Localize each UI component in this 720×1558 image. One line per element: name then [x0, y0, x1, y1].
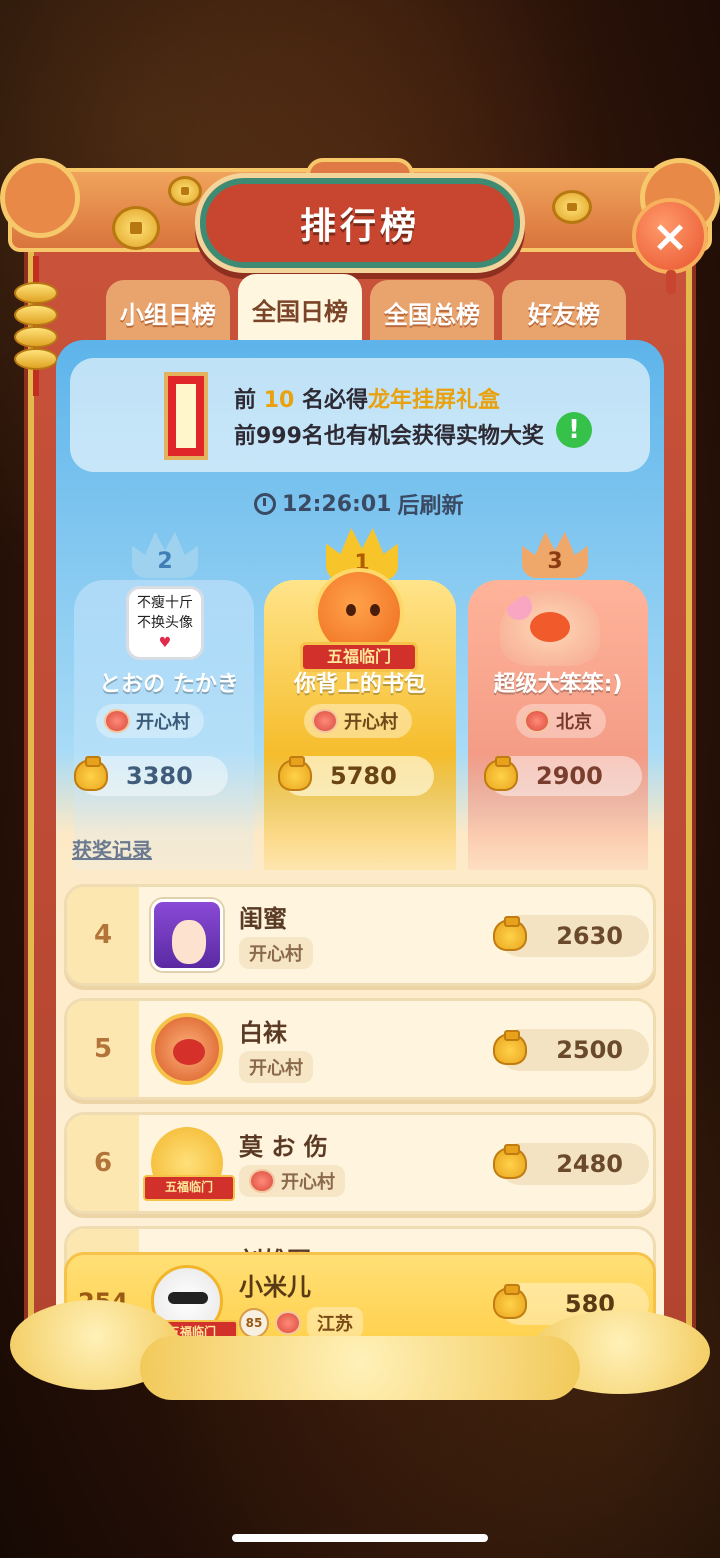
info-icon[interactable]: ! [556, 412, 592, 448]
village-tag-1: 开心村 [304, 704, 412, 738]
village-icon [249, 1169, 275, 1193]
village-icon [275, 1311, 301, 1335]
money-bag-icon [493, 916, 527, 951]
my-name: 小米儿 [239, 1273, 311, 1301]
table-row[interactable]: 5 白袜 开心村 2500 [64, 998, 656, 1100]
rank-number: 6 [67, 1115, 139, 1211]
avatar[interactable] [143, 1127, 235, 1201]
village-icon [104, 709, 130, 733]
score: 2480 [493, 1143, 649, 1185]
level-badge: 85 [239, 1308, 269, 1338]
title-plaque: 排行榜 [200, 178, 520, 268]
clock-icon [254, 493, 276, 515]
podium-name-3: 超级大笨笨:) [493, 672, 623, 697]
podium-name-2: とおの たかき [99, 672, 239, 697]
player-name: 莫 お 伤 [239, 1133, 328, 1161]
money-bag-icon [484, 756, 518, 791]
crown-icon-rank-3: 3 [522, 532, 588, 578]
tab-friends[interactable]: 好友榜 [502, 280, 626, 344]
money-bag-icon [493, 1284, 527, 1319]
gift-box-icon [164, 372, 208, 460]
page-title: 排行榜 [299, 206, 420, 247]
rank-number: 5 [67, 1001, 139, 1097]
home-indicator[interactable] [232, 1534, 488, 1542]
cloud-decoration [140, 1336, 580, 1400]
village-tag-3: 北京 [516, 704, 606, 738]
refresh-timer: 12:26:01 后刷新 [254, 488, 463, 520]
score: 2500 [493, 1029, 649, 1071]
rank-number: 4 [67, 887, 139, 983]
player-name: 闺蜜 [239, 905, 287, 933]
score-rank-3: 2900 [484, 756, 642, 796]
banner-line-2: 前999名也有机会获得实物大奖 [234, 424, 544, 449]
avatar-rank-1[interactable]: 五福临门 [294, 568, 424, 678]
score: 2630 [493, 915, 649, 957]
my-village-tag: 江苏 [307, 1307, 363, 1339]
avatar[interactable] [151, 1013, 223, 1085]
money-bag-icon [278, 756, 312, 791]
coin-icon [168, 176, 202, 206]
avatar[interactable] [151, 899, 223, 971]
lantern-tassel [666, 270, 676, 294]
money-bag-icon [74, 756, 108, 791]
score-rank-1: 5780 [278, 756, 434, 796]
tab-national-daily[interactable]: 全国日榜 [238, 274, 362, 344]
close-button[interactable]: × [632, 198, 708, 274]
crown-icon-rank-2: 2 [132, 532, 198, 578]
table-row[interactable]: 4 闺蜜 开心村 2630 [64, 884, 656, 986]
village-tag: 开心村 [239, 1165, 345, 1197]
close-icon: × [651, 210, 689, 262]
coin-icon [552, 190, 592, 224]
village-tag: 开心村 [239, 937, 313, 969]
village-tag: 开心村 [239, 1051, 313, 1083]
hanging-coins-decoration [14, 256, 58, 396]
tab-bar: 小组日榜 全国日榜 全国总榜 好友榜 [106, 274, 626, 344]
village-tag-2: 开心村 [96, 704, 204, 738]
tab-group-daily[interactable]: 小组日榜 [106, 280, 230, 344]
avatar-rank-3[interactable] [500, 590, 600, 666]
tab-national-total[interactable]: 全国总榜 [370, 280, 494, 344]
avatar-rank-2[interactable]: 不瘦十斤 不换头像 ♥ [126, 586, 204, 660]
leaderboard-panel: 前 10 名必得龙年挂屏礼盒 前999名也有机会获得实物大奖 ! 12:26:0… [56, 340, 664, 1370]
award-history-link[interactable]: 获奖记录 [72, 834, 152, 863]
village-icon [312, 709, 338, 733]
beam-curl-left [0, 158, 80, 238]
village-icon [524, 709, 550, 733]
player-name: 白袜 [239, 1019, 287, 1047]
money-bag-icon [493, 1030, 527, 1065]
table-row[interactable]: 6 莫 お 伤 开心村 2480 [64, 1112, 656, 1214]
coin-icon [112, 206, 160, 250]
money-bag-icon [493, 1144, 527, 1179]
podium-name-1: 你背上的书包 [293, 672, 426, 697]
banner-line-1: 前 10 名必得龙年挂屏礼盒 [234, 388, 501, 413]
score-rank-2: 3380 [74, 756, 228, 796]
